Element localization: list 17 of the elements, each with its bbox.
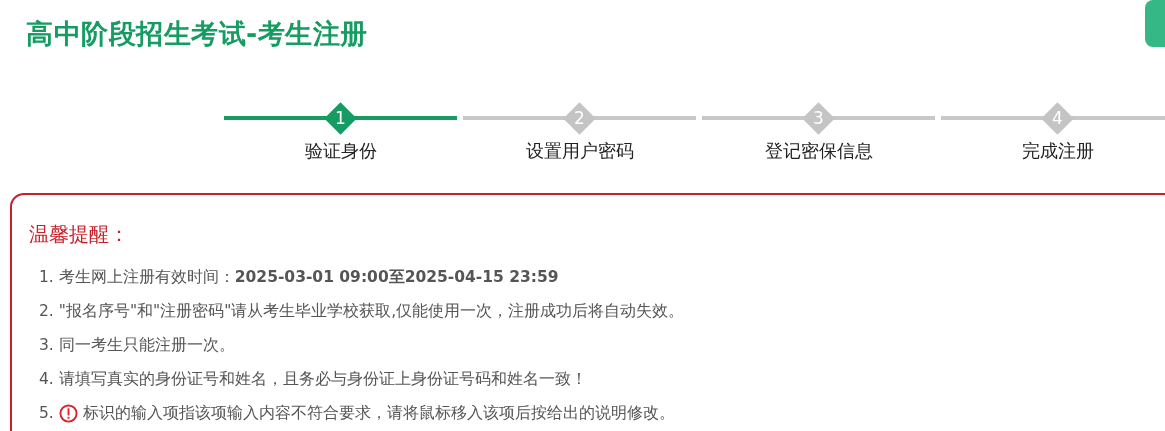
step-label: 登记密保信息 — [764, 139, 873, 163]
notice-text: 同一考生只能注册一次。 — [58, 334, 235, 356]
item-number: 4. — [39, 370, 54, 388]
item-number: 1. — [39, 268, 54, 286]
step-label: 完成注册 — [1021, 139, 1094, 163]
item-number: 5. — [39, 404, 54, 422]
notice-text: 标识的输入项指该项输入内容不符合要求，请将鼠标移入该项后按给出的说明修改。 — [82, 402, 675, 424]
notice-text: "报名序号"和"注册密码"请从考生毕业学校获取,仅能使用一次，注册成功后将自动失效。 — [58, 300, 685, 322]
notice-heading: 温馨提醒： — [29, 221, 130, 248]
item-number: 2. — [39, 302, 54, 320]
notice-text: 请填写真实的身份证号和姓名，且务必与身份证上身份证号码和姓名一致！ — [58, 368, 587, 390]
item-number: 3. — [39, 336, 54, 354]
step-label: 验证身份 — [304, 139, 377, 163]
step-label: 设置用户密码 — [525, 139, 634, 163]
page-title: 高中阶段招生考试-考生注册 — [26, 17, 368, 51]
warning-icon — [58, 403, 78, 423]
notice-text: 考生网上注册有效时间：2025-03-01 09:00至2025-04-15 23:59 — [58, 266, 559, 288]
